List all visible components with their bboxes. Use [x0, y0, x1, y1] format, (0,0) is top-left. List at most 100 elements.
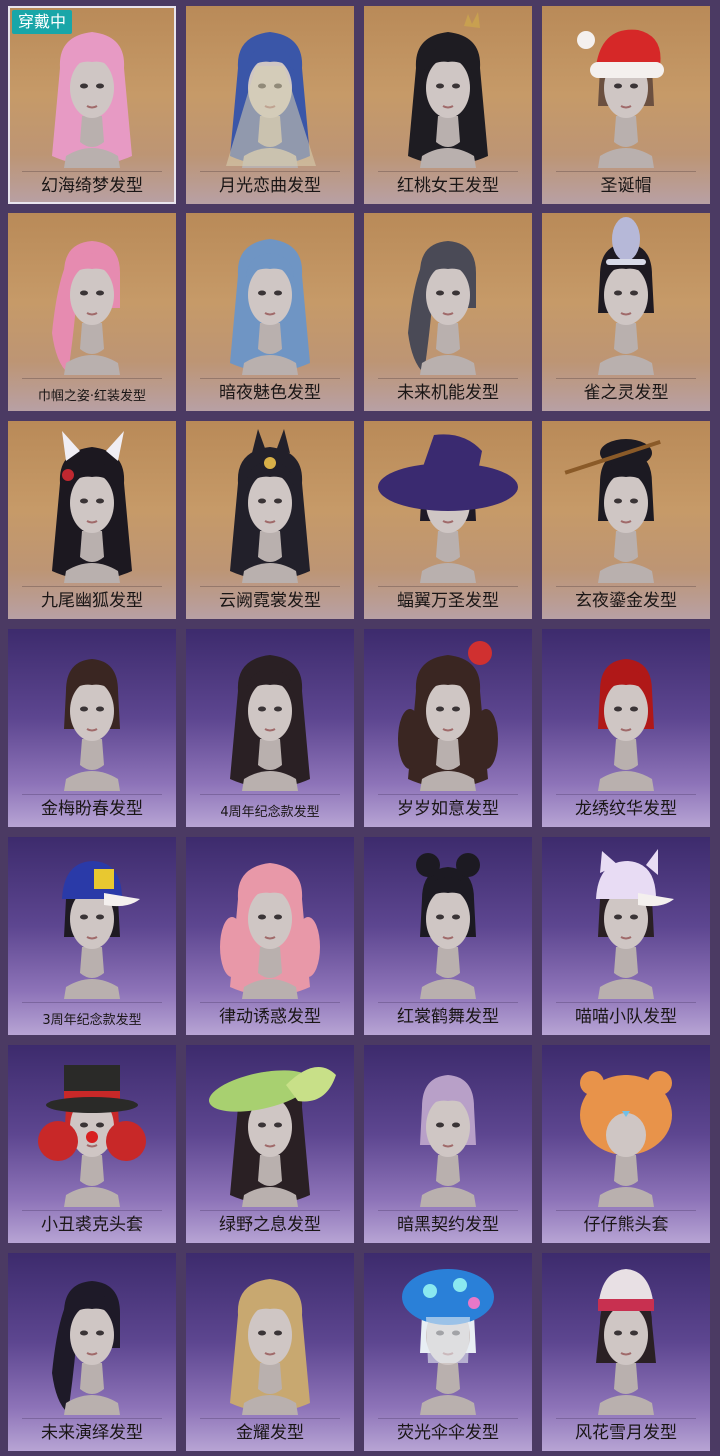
hairstyle-card[interactable]: 雀之灵发型 — [542, 213, 710, 411]
hairstyle-preview-image — [598, 217, 654, 375]
hairstyle-card[interactable]: 九尾幽狐发型 — [8, 421, 176, 619]
hairstyle-card[interactable]: 金梅盼春发型 — [8, 629, 176, 827]
hairstyle-card[interactable]: 月光恋曲发型 — [186, 6, 354, 204]
hairstyle-card[interactable]: 律动诱惑发型 — [186, 837, 354, 1035]
hairstyle-card[interactable]: 岁岁如意发型 — [364, 629, 532, 827]
hairstyle-card[interactable]: 4周年纪念款发型 — [186, 629, 354, 827]
hairstyle-preview-image — [230, 239, 310, 375]
hairstyle-preview-image — [230, 429, 310, 583]
hairstyle-preview-image — [64, 659, 120, 791]
hairstyle-name: 4周年纪念款发型 — [220, 805, 320, 820]
hairstyle-preview-image — [420, 1075, 476, 1207]
hairstyle-card[interactable]: 金耀发型 — [186, 1253, 354, 1451]
hairstyle-name: 红桃女王发型 — [397, 176, 499, 196]
hairstyle-card[interactable]: 风花雪月发型 — [542, 1253, 710, 1451]
hairstyle-card[interactable]: 红裳鹤舞发型 — [364, 837, 532, 1035]
hairstyle-preview-image — [598, 659, 654, 791]
hairstyle-card[interactable]: 未来机能发型 — [364, 213, 532, 411]
hairstyle-preview-image — [408, 241, 476, 375]
card-divider — [200, 1418, 340, 1419]
card-divider — [22, 1210, 162, 1211]
hairstyle-name: 红裳鹤舞发型 — [397, 1007, 499, 1027]
card-divider — [22, 586, 162, 587]
card-divider — [22, 794, 162, 795]
hairstyle-name: 幻海绮梦发型 — [41, 176, 143, 196]
hairstyle-card[interactable]: 暗夜魅色发型 — [186, 213, 354, 411]
hairstyle-name: 仔仔熊头套 — [583, 1215, 669, 1235]
card-divider — [200, 794, 340, 795]
hairstyle-preview-image — [580, 1071, 672, 1207]
hairstyle-preview-image — [378, 434, 518, 583]
hairstyle-grid: 幻海绮梦发型 穿戴中 月光恋曲发型 红桃女王发型 圣诞帽 巾帼之姿·红装发型 暗夜魅色发型未… — [0, 0, 720, 1456]
hairstyle-name: 绿野之息发型 — [219, 1215, 321, 1235]
hairstyle-preview-image — [408, 12, 488, 168]
hairstyle-card[interactable]: 小丑裘克头套 — [8, 1045, 176, 1243]
hairstyle-card[interactable]: 幻海绮梦发型 穿戴中 — [8, 6, 176, 204]
hairstyle-preview-image — [230, 1279, 310, 1415]
hairstyle-name: 暗夜魅色发型 — [219, 383, 321, 403]
hairstyle-preview-image — [208, 1067, 336, 1207]
hairstyle-name: 荧光伞伞发型 — [397, 1423, 499, 1443]
card-divider — [200, 171, 340, 172]
hairstyle-name: 圣诞帽 — [600, 176, 652, 196]
hairstyle-name: 巾帼之姿·红装发型 — [37, 389, 147, 404]
card-divider — [200, 1002, 340, 1003]
hairstyle-preview-image — [52, 241, 120, 375]
card-divider — [556, 378, 696, 379]
card-divider — [556, 1210, 696, 1211]
hairstyle-card[interactable]: 荧光伞伞发型 — [364, 1253, 532, 1451]
card-divider — [556, 171, 696, 172]
card-divider — [200, 1210, 340, 1211]
card-divider — [556, 1002, 696, 1003]
hairstyle-name: 月光恋曲发型 — [219, 176, 321, 196]
hairstyle-card[interactable]: 3周年纪念款发型 — [8, 837, 176, 1035]
card-divider — [378, 171, 518, 172]
hairstyle-card[interactable]: 圣诞帽 — [542, 6, 710, 204]
hairstyle-preview-image — [577, 29, 664, 168]
equipped-badge: 穿戴中 — [12, 10, 73, 34]
hairstyle-preview-image — [596, 1269, 656, 1415]
hairstyle-preview-image — [62, 861, 140, 999]
hairstyle-name: 蝠翼万圣发型 — [397, 591, 499, 611]
hairstyle-name: 岁岁如意发型 — [397, 799, 499, 819]
hairstyle-preview-image — [38, 1065, 146, 1207]
card-divider — [556, 1418, 696, 1419]
hairstyle-card[interactable]: 暗黑契约发型 — [364, 1045, 532, 1243]
hairstyle-preview-image — [220, 863, 320, 999]
hairstyle-name: 九尾幽狐发型 — [41, 591, 143, 611]
hairstyle-preview-image — [398, 641, 498, 791]
card-divider — [22, 171, 162, 172]
card-divider — [22, 378, 162, 379]
card-divider — [556, 794, 696, 795]
hairstyle-name: 金梅盼春发型 — [41, 799, 143, 819]
hairstyle-card[interactable]: 绿野之息发型 — [186, 1045, 354, 1243]
hairstyle-name: 律动诱惑发型 — [219, 1007, 321, 1027]
hairstyle-name: 小丑裘克头套 — [41, 1215, 143, 1235]
hairstyle-name: 金耀发型 — [236, 1423, 304, 1443]
hairstyle-card[interactable]: 玄夜鎏金发型 — [542, 421, 710, 619]
hairstyle-preview-image — [564, 439, 661, 583]
card-divider — [378, 1210, 518, 1211]
card-divider — [378, 378, 518, 379]
hairstyle-preview-image — [52, 1281, 120, 1415]
card-divider — [378, 794, 518, 795]
hairstyle-card[interactable]: 红桃女王发型 — [364, 6, 532, 204]
card-divider — [22, 1418, 162, 1419]
hairstyle-card[interactable]: 喵喵小队发型 — [542, 837, 710, 1035]
hairstyle-name: 龙绣纹华发型 — [575, 799, 677, 819]
hairstyle-card[interactable]: 蝠翼万圣发型 — [364, 421, 532, 619]
hairstyle-preview-image — [52, 431, 132, 583]
card-divider — [556, 586, 696, 587]
hairstyle-name: 雀之灵发型 — [583, 383, 669, 403]
card-divider — [200, 378, 340, 379]
card-divider — [200, 586, 340, 587]
hairstyle-preview-image — [596, 849, 674, 999]
hairstyle-card[interactable]: 龙绣纹华发型 — [542, 629, 710, 827]
hairstyle-name: 3周年纪念款发型 — [42, 1013, 142, 1028]
hairstyle-card[interactable]: 巾帼之姿·红装发型 — [8, 213, 176, 411]
hairstyle-name: 喵喵小队发型 — [575, 1007, 677, 1027]
hairstyle-card[interactable]: 云阙霓裳发型 — [186, 421, 354, 619]
hairstyle-card[interactable]: 仔仔熊头套 — [542, 1045, 710, 1243]
hairstyle-card[interactable]: 未来演绎发型 — [8, 1253, 176, 1451]
hairstyle-name: 云阙霓裳发型 — [219, 591, 321, 611]
